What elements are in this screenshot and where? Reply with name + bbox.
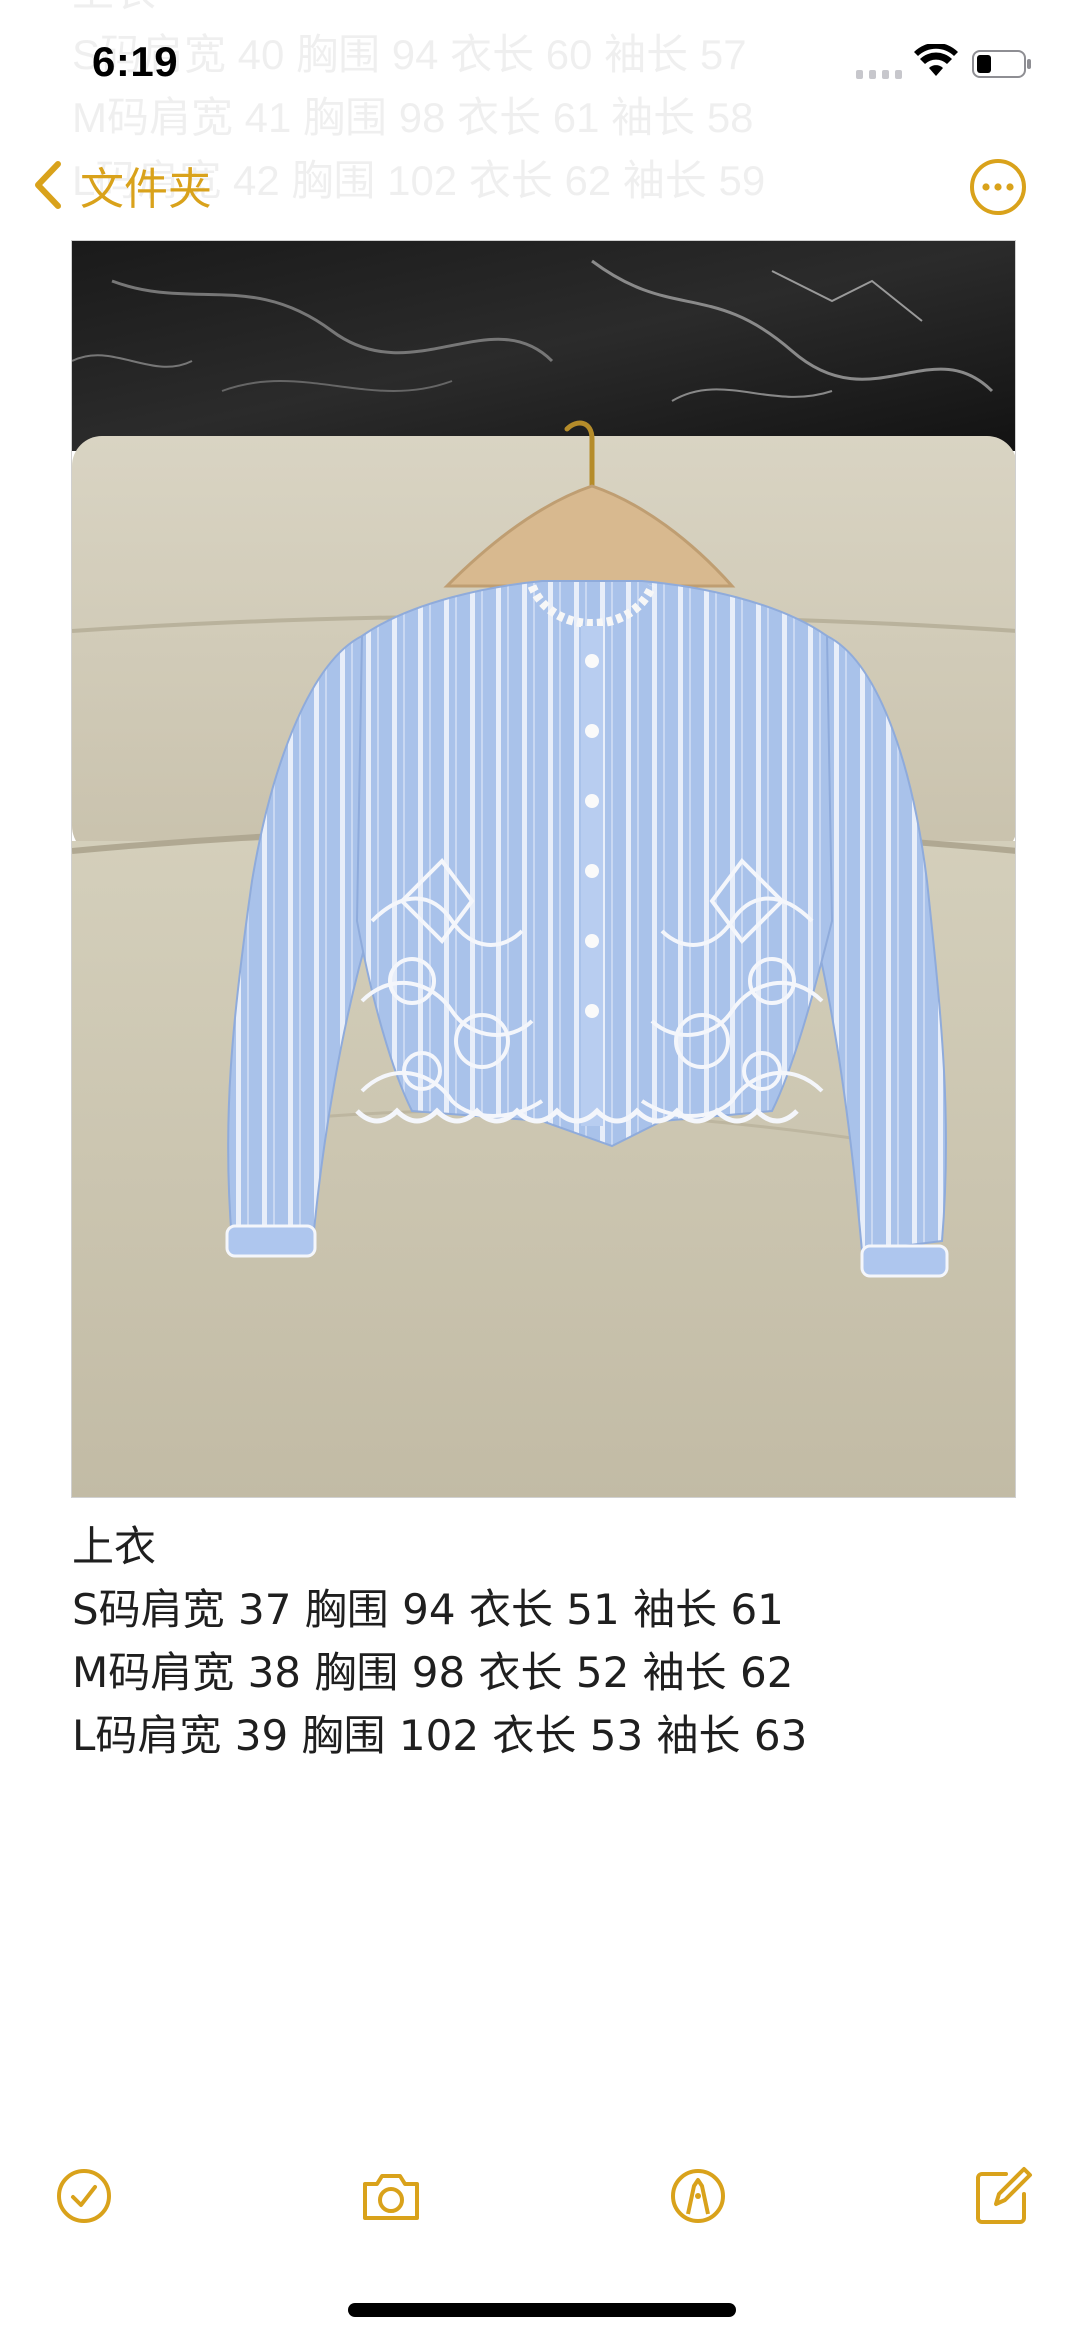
note-image-attachment[interactable]	[71, 240, 1016, 1498]
camera-button[interactable]	[355, 2160, 427, 2232]
battery-icon	[972, 50, 1031, 78]
note-line: L码肩宽 39 胸围 102 衣长 53 袖长 63	[72, 1711, 808, 1760]
home-indicator[interactable]	[348, 2303, 736, 2317]
note-line: S码肩宽 37 胸围 94 衣长 51 袖长 61	[72, 1585, 784, 1634]
pen-tip-circle-icon	[671, 2169, 725, 2223]
back-label: 文件夹	[80, 164, 212, 215]
cellular-signal-icon	[856, 70, 902, 79]
note-line-title: 上衣	[72, 1522, 157, 1571]
compose-button[interactable]	[966, 2160, 1038, 2232]
wifi-icon	[914, 44, 958, 76]
blouse-photo	[72, 241, 1015, 1497]
status-time: 6:19	[92, 38, 179, 85]
chevron-left-icon	[35, 161, 61, 209]
checkmark-circle-icon	[57, 2169, 111, 2223]
bottom-toolbar	[0, 2160, 1080, 2240]
status-bar: 6:19	[0, 0, 1080, 132]
compose-icon	[976, 2167, 1032, 2224]
note-line: M码肩宽 38 胸围 98 衣长 52 袖长 62	[72, 1648, 794, 1697]
ellipsis-circle-icon[interactable]	[968, 157, 1028, 217]
navigation-bar: 文件夹	[0, 140, 1080, 230]
checklist-button[interactable]	[48, 2160, 120, 2232]
note-body[interactable]: 上衣 S码肩宽 37 胸围 94 衣长 51 袖长 61 M码肩宽 38 胸围 …	[72, 1515, 807, 1767]
markup-button[interactable]	[662, 2160, 734, 2232]
camera-icon	[363, 2174, 419, 2220]
back-button[interactable]: 文件夹	[30, 140, 212, 230]
